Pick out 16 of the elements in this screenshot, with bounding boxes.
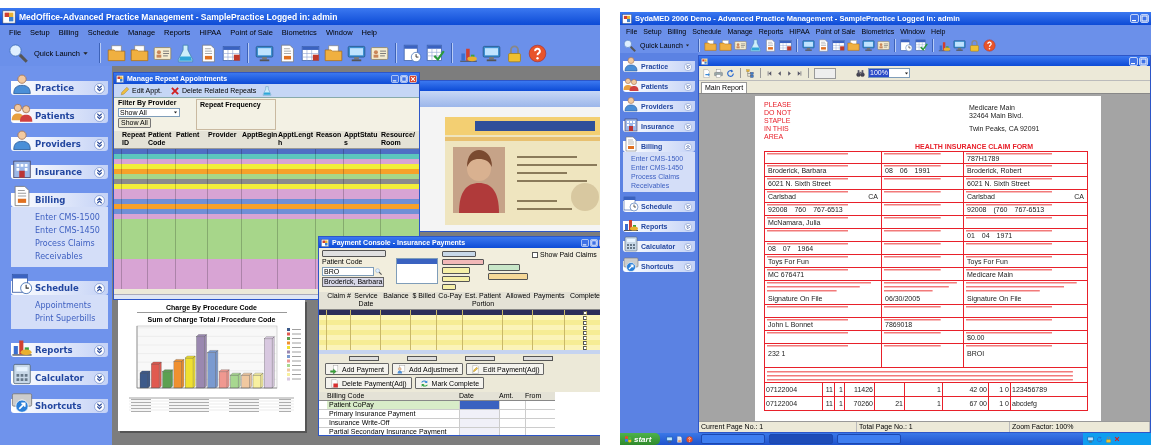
sidebar-button[interactable]: Providers <box>11 129 108 151</box>
sidebar-button[interactable]: Practice <box>11 73 108 95</box>
sidebar-link[interactable]: Receivables <box>35 252 83 261</box>
sidebar-button[interactable]: Patients <box>11 101 108 123</box>
sidebar-button[interactable]: Schedule <box>11 273 108 295</box>
sidebar-link[interactable]: Process Claims <box>35 239 95 248</box>
sidebar-link[interactable]: Appointments <box>35 301 92 310</box>
sidebar-button[interactable]: Insurance <box>11 157 108 179</box>
sidebar-link[interactable]: Enter CMS-1450 <box>35 226 100 235</box>
window-title: MedOffice-Advanced Practice Management - SamplePractice Logged in: admin <box>19 11 338 22</box>
sidebar-button[interactable]: Calculator <box>11 363 108 385</box>
sidebar-link[interactable]: Enter CMS-1500 <box>35 213 100 222</box>
start-button[interactable]: start <box>620 433 661 445</box>
sidebar-button[interactable]: Billing <box>11 185 108 207</box>
sidebar-link[interactable]: Print Superbills <box>35 314 96 323</box>
sidebar-button[interactable]: Shortcuts <box>11 391 108 413</box>
